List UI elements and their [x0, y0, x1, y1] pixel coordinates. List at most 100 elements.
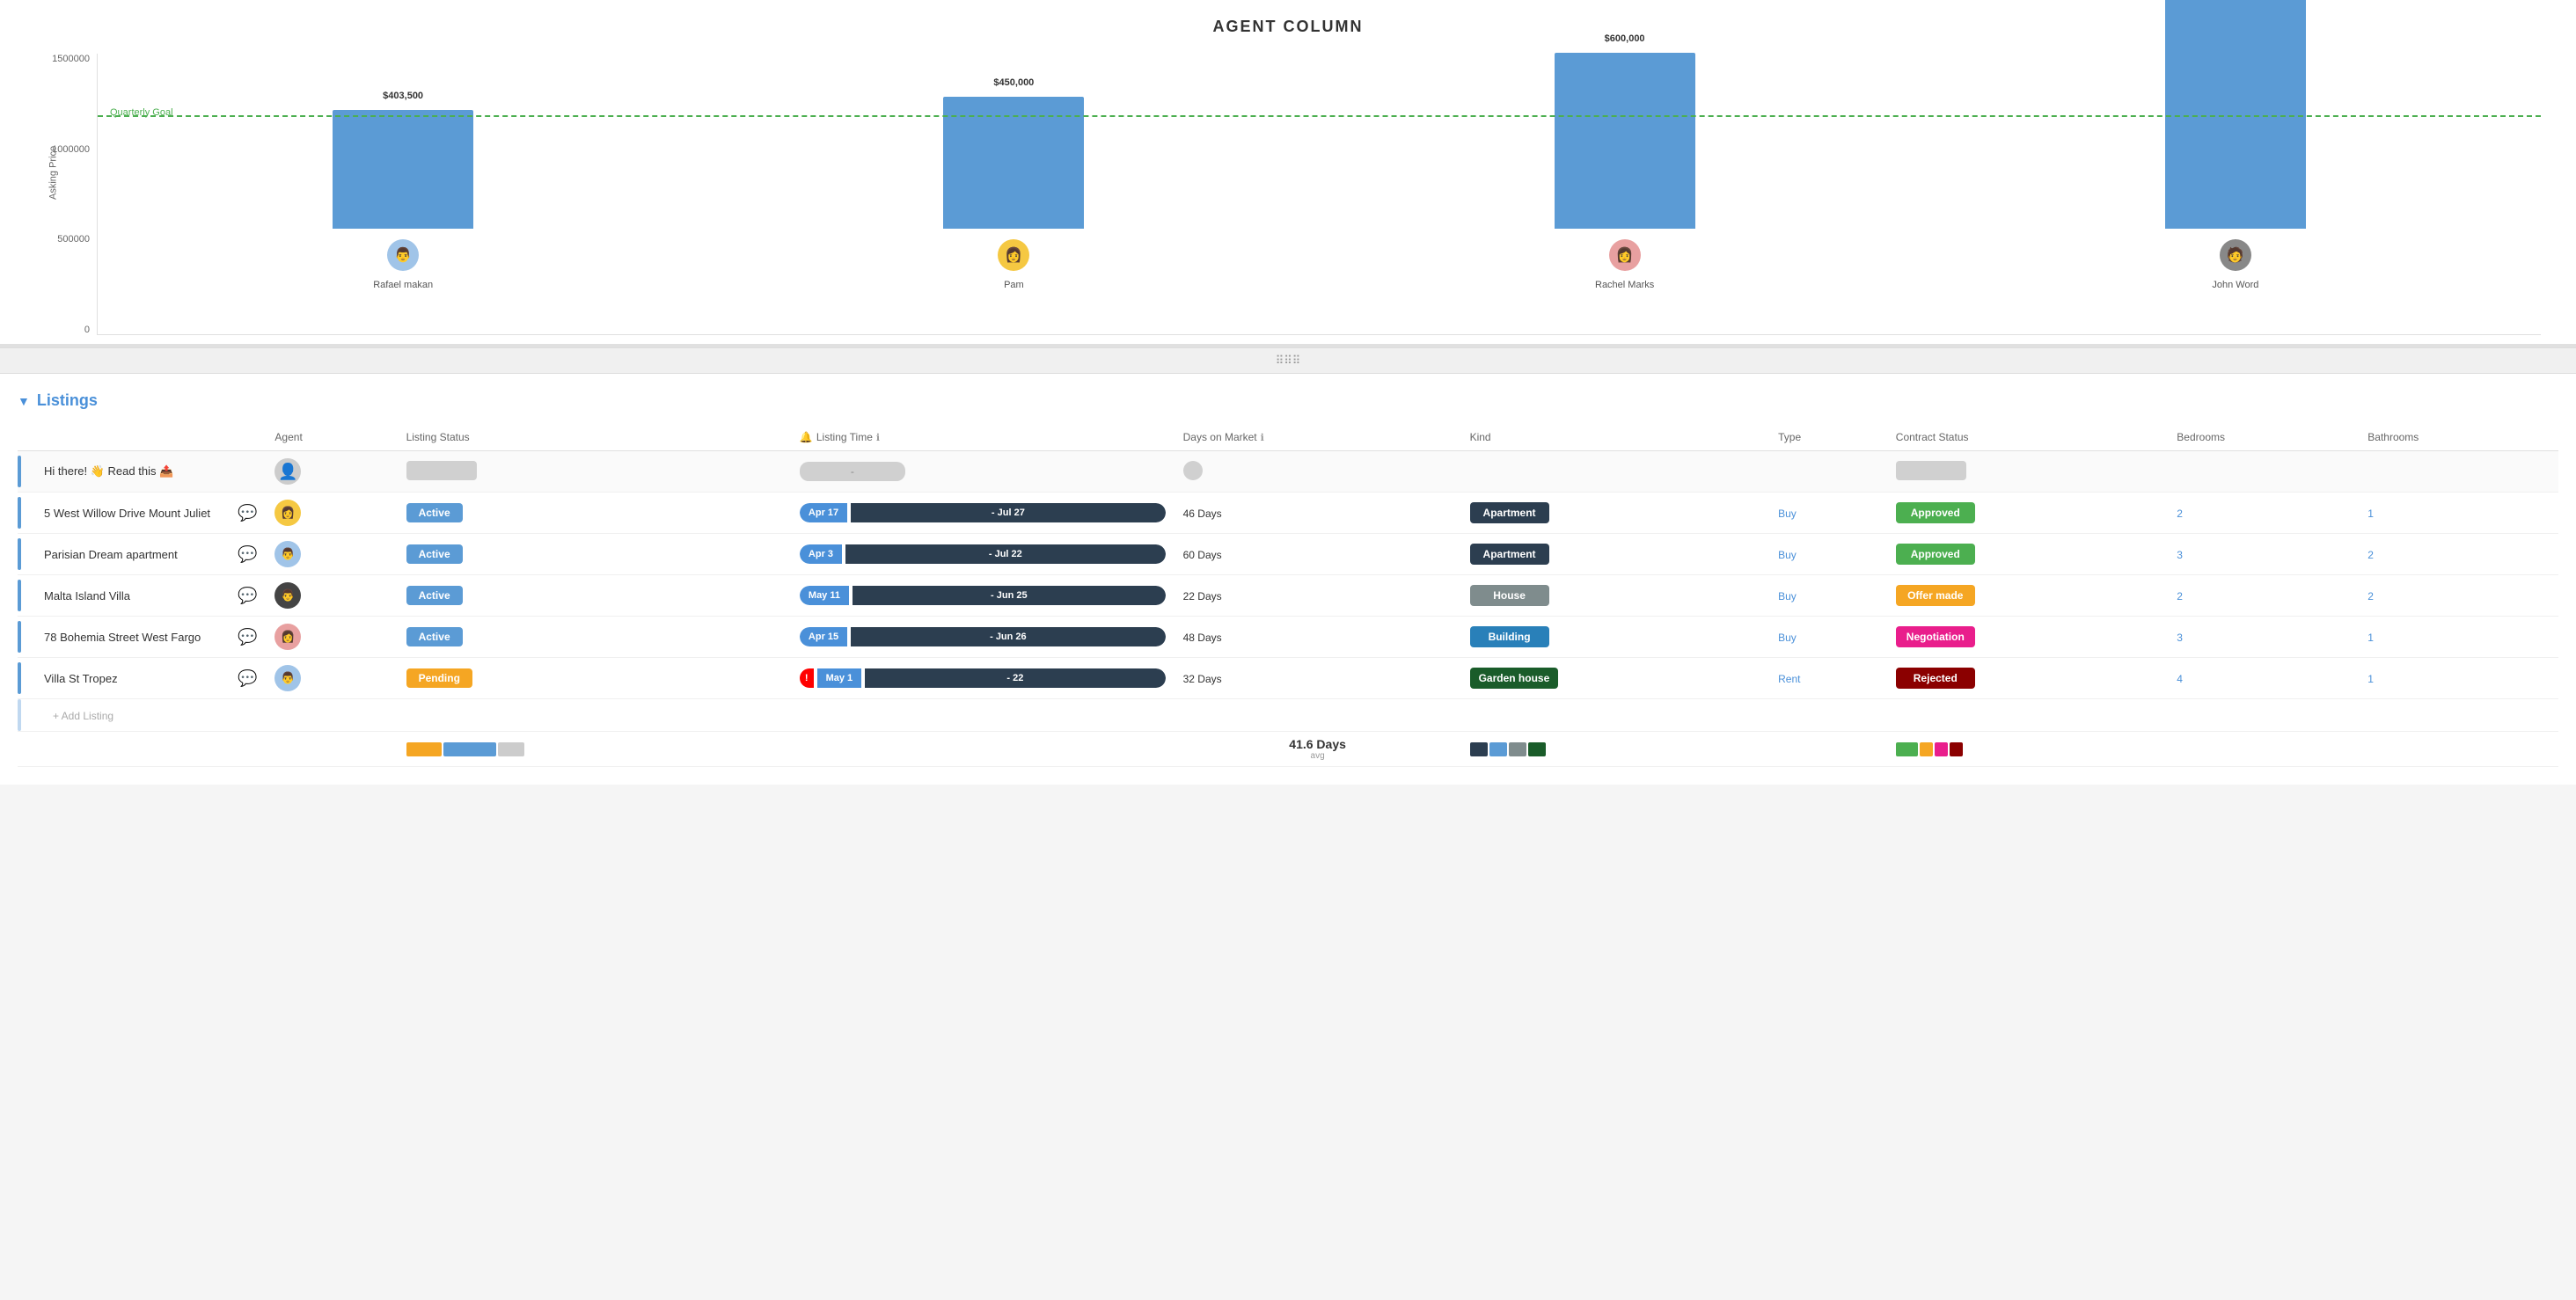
gray-contract-placeholder — [1896, 461, 1966, 480]
footer-avg-days: 41.6 Days avg — [1175, 732, 1461, 767]
footer-status-bars — [398, 732, 791, 767]
person-placeholder-icon: 👤 — [274, 458, 301, 485]
listing-name-malta[interactable]: Malta Island Villa — [35, 575, 229, 617]
hi-bed-cell — [2168, 451, 2359, 493]
th-bedrooms: Bedrooms — [2168, 424, 2359, 451]
th-agent: Agent — [266, 424, 397, 451]
bar-value-pam: $450,000 — [993, 77, 1034, 88]
section-header: ▼ Listings — [18, 391, 2558, 410]
status-cell-villa-tropez: Pending — [398, 658, 791, 699]
bar-group-rafael: $403,500 👨 Rafael makan — [333, 91, 473, 290]
contract-cell-malta: Offer made — [1887, 575, 2169, 617]
days-cell-malta: 22 Days — [1175, 575, 1461, 617]
y-tick-500000: 500000 — [57, 234, 90, 245]
bar-john — [2165, 0, 2306, 229]
chevron-down-icon[interactable]: ▼ — [18, 394, 30, 408]
comment-icon-malta[interactable]: 💬 — [229, 575, 266, 617]
bathrooms-cell-parisian: 2 — [2359, 534, 2558, 575]
footer-kind-bars — [1461, 732, 1770, 767]
listings-table: Agent Listing Status 🔔 Listing Time ℹ Da… — [18, 424, 2558, 767]
agent-avatar-villa-tropez: 👨 — [274, 665, 301, 691]
add-listing-cell[interactable]: + Add Listing — [35, 699, 2558, 732]
status-badge-bohemia: Active — [406, 627, 463, 646]
comment-icon-bohemia[interactable]: 💬 — [229, 617, 266, 658]
bathrooms-cell-villa-tropez: 1 — [2359, 658, 2558, 699]
indicator-west-willow — [18, 493, 35, 534]
comment-icon-parisian[interactable]: 💬 — [229, 534, 266, 575]
bar-group-pam: $450,000 👩 Pam — [943, 77, 1084, 290]
days-cell-villa-tropez: 32 Days — [1175, 658, 1461, 699]
time-badge-villa-tropez: ! May 1 - 22 — [800, 668, 1166, 688]
bar-group-rachel: $600,000 👩 Rachel Marks — [1555, 33, 1695, 290]
th-type: Type — [1769, 424, 1887, 451]
y-tick-0: 0 — [84, 325, 90, 335]
add-listing-button[interactable]: + Add Listing — [44, 703, 122, 729]
th-listing-time: 🔔 Listing Time ℹ — [791, 424, 1175, 451]
time-cell-malta: May 11 - Jun 25 — [791, 575, 1175, 617]
hi-contract-cell — [1887, 451, 2169, 493]
drag-handle[interactable]: ⠿⠿⠿ — [0, 347, 2576, 374]
bedrooms-cell-west-willow: 2 — [2168, 493, 2359, 534]
kind-cell-bohemia: Building — [1461, 617, 1770, 658]
agent-cell-west-willow: 👩 — [266, 493, 397, 534]
avatar-rachel: 👩 — [1609, 239, 1641, 271]
table-header-row: Agent Listing Status 🔔 Listing Time ℹ Da… — [18, 424, 2558, 451]
listing-name-bohemia[interactable]: 78 Bohemia Street West Fargo — [35, 617, 229, 658]
status-badge-villa-tropez: Pending — [406, 668, 472, 688]
time-badge-malta: May 11 - Jun 25 — [800, 586, 1166, 605]
bedrooms-cell-parisian: 3 — [2168, 534, 2359, 575]
days-cell-bohemia: 48 Days — [1175, 617, 1461, 658]
avatar-john: 🧑 — [2220, 239, 2251, 271]
agent-cell-villa-tropez: 👨 — [266, 658, 397, 699]
bathrooms-cell-bohemia: 1 — [2359, 617, 2558, 658]
th-indicator — [18, 424, 35, 451]
alert-icon: ! — [800, 668, 814, 688]
status-badge-malta: Active — [406, 586, 463, 605]
type-cell-villa-tropez: Rent — [1769, 658, 1887, 699]
table-row-malta: Malta Island Villa 💬 👨 Active May 11 - J… — [18, 575, 2558, 617]
agent-cell-malta: 👨 — [266, 575, 397, 617]
comment-icon-villa-tropez[interactable]: 💬 — [229, 658, 266, 699]
footer-contract-bars — [1887, 732, 2169, 767]
chart-bars-container: Quarterly Goal $403,500 👨 Rafael makan $… — [97, 54, 2541, 335]
info-icon-listing-time: ℹ — [876, 432, 880, 443]
indicator-malta — [18, 575, 35, 617]
type-cell-west-willow: Buy — [1769, 493, 1887, 534]
table-row-villa-tropez: Villa St Tropez 💬 👨 Pending ! May 1 - 22 — [18, 658, 2558, 699]
bedrooms-cell-malta: 2 — [2168, 575, 2359, 617]
th-days-on-market: Days on Market ℹ — [1175, 424, 1461, 451]
bar-value-rachel: $600,000 — [1605, 33, 1645, 44]
info-icon-days: ℹ — [1261, 432, 1264, 443]
listing-name-parisian[interactable]: Parisian Dream apartment — [35, 534, 229, 575]
agent-cell-bohemia: 👩 — [266, 617, 397, 658]
indicator-parisian — [18, 534, 35, 575]
table-row-bohemia: 78 Bohemia Street West Fargo 💬 👩 Active … — [18, 617, 2558, 658]
hi-agent-cell: 👤 — [266, 451, 397, 493]
kind-cell-parisian: Apartment — [1461, 534, 1770, 575]
avatar-pam: 👩 — [998, 239, 1029, 271]
avatar-rafael: 👨 — [387, 239, 419, 271]
agent-cell-parisian: 👨 — [266, 534, 397, 575]
hi-kind-cell — [1461, 451, 1887, 493]
bar-rafael — [333, 110, 473, 229]
gray-status-placeholder — [406, 461, 477, 480]
indicator-hi — [18, 451, 35, 493]
bar-rachel — [1555, 53, 1695, 229]
bathrooms-cell-malta: 2 — [2359, 575, 2558, 617]
th-listing-status: Listing Status — [398, 424, 791, 451]
agent-avatar-parisian: 👨 — [274, 541, 301, 567]
bedrooms-cell-bohemia: 3 — [2168, 617, 2359, 658]
agent-name-john: John Word — [2212, 280, 2258, 290]
kind-cell-villa-tropez: Garden house — [1461, 658, 1770, 699]
days-cell-parisian: 60 Days — [1175, 534, 1461, 575]
th-comment — [229, 424, 266, 451]
comment-icon-west-willow[interactable]: 💬 — [229, 493, 266, 534]
listing-name-villa-tropez[interactable]: Villa St Tropez — [35, 658, 229, 699]
status-cell-parisian: Active — [398, 534, 791, 575]
type-cell-parisian: Buy — [1769, 534, 1887, 575]
section-title: Listings — [37, 391, 98, 410]
indicator-bohemia — [18, 617, 35, 658]
y-axis-label: Asking Price — [48, 146, 59, 200]
bar-group-john: $1,094,200 🧑 John Word — [2165, 0, 2306, 290]
listing-name-west-willow[interactable]: 5 West Willow Drive Mount Juliet — [35, 493, 229, 534]
